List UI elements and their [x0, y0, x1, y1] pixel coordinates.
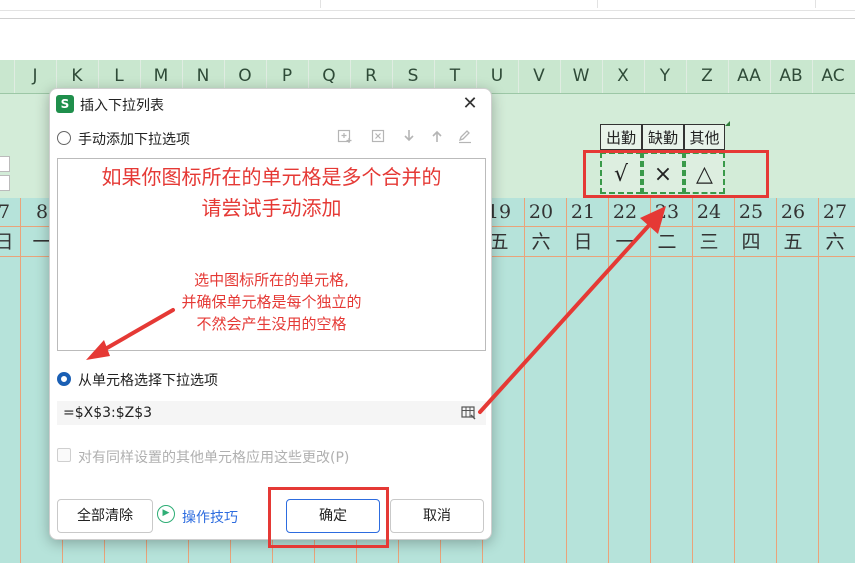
day-cell[interactable]: 23	[646, 198, 688, 226]
day-cell[interactable]: 26	[772, 198, 814, 226]
manual-option-label[interactable]: 手动添加下拉选项	[78, 129, 190, 149]
day-cell[interactable]: 20	[520, 198, 562, 226]
insert-dropdown-dialog: S 插入下拉列表 ✕ 手动添加下拉选项 如果你图标所在的单元格是多个合并的 请尝…	[49, 88, 492, 540]
clear-all-button[interactable]: 全部清除	[57, 499, 153, 533]
toolbar-tick	[815, 0, 816, 8]
weekday-cell[interactable]: 三	[688, 228, 730, 256]
column-header-ac[interactable]: AC	[812, 60, 854, 93]
day-cell[interactable]: 25	[730, 198, 772, 226]
app-logo-icon: S	[56, 95, 74, 113]
cell-range-input[interactable]	[57, 401, 486, 425]
weekday-cell[interactable]: 四	[730, 228, 772, 256]
close-button[interactable]: ✕	[460, 94, 480, 114]
toolbar-divider	[0, 18, 855, 19]
grid-line	[20, 198, 21, 563]
column-separator	[644, 60, 645, 93]
column-separator	[812, 60, 813, 93]
column-header-v[interactable]: V	[518, 60, 560, 93]
day-cell[interactable]: 27	[814, 198, 855, 226]
cell-fragment	[0, 156, 10, 172]
annotation-highlight-ok	[268, 487, 389, 548]
edit-item-icon[interactable]	[456, 128, 474, 146]
toolbar-tick	[597, 0, 598, 8]
weekday-cell[interactable]: 六	[520, 228, 562, 256]
dropdown-items-list[interactable]: 如果你图标所在的单元格是多个合并的 请尝试手动添加 选中图标所在的单元格, 并确…	[57, 158, 486, 351]
annotation-text: 如果你图标所在的单元格是多个合并的	[101, 165, 442, 189]
move-down-icon[interactable]	[400, 128, 418, 146]
annotation-highlight-legend	[583, 150, 769, 198]
column-separator	[14, 60, 15, 93]
from-cells-option-radio[interactable]	[57, 372, 71, 386]
weekday-cell[interactable]: 五	[772, 228, 814, 256]
comment-marker-icon	[725, 121, 730, 126]
cell-fragment	[0, 175, 10, 191]
day-cell[interactable]: 21	[562, 198, 604, 226]
column-header-aa[interactable]: AA	[728, 60, 770, 93]
annotation-text: 请尝试手动添加	[201, 196, 342, 220]
add-item-icon[interactable]	[336, 128, 354, 146]
day-cell[interactable]: 22	[604, 198, 646, 226]
manual-option-radio[interactable]	[57, 131, 71, 145]
column-separator	[686, 60, 687, 93]
column-separator	[560, 60, 561, 93]
column-separator	[728, 60, 729, 93]
column-header-ab[interactable]: AB	[770, 60, 812, 93]
weekday-cell[interactable]: 日	[562, 228, 604, 256]
annotation-text: 选中图标所在的单元格,	[194, 271, 349, 289]
annotation-text: 并确保单元格是每个独立的	[181, 293, 362, 311]
legend-header-present[interactable]: 出勤	[600, 124, 642, 150]
column-header-y[interactable]: Y	[644, 60, 686, 93]
legend-header-absent[interactable]: 缺勤	[642, 124, 684, 150]
column-header-z[interactable]: Z	[686, 60, 728, 93]
toolbar-tick	[320, 0, 321, 8]
weekday-cell[interactable]: 一	[604, 228, 646, 256]
cancel-button[interactable]: 取消	[390, 499, 484, 533]
apply-all-label[interactable]: 对有同样设置的其他单元格应用这些更改(P)	[78, 447, 349, 467]
column-header-j[interactable]: J	[14, 60, 56, 93]
move-up-icon[interactable]	[428, 128, 446, 146]
column-separator	[770, 60, 771, 93]
weekday-cell[interactable]: 六	[814, 228, 855, 256]
legend-header-other[interactable]: 其他	[684, 124, 725, 150]
column-header-x[interactable]: X	[602, 60, 644, 93]
from-cells-option-label[interactable]: 从单元格选择下拉选项	[78, 370, 218, 390]
day-cell[interactable]: 24	[688, 198, 730, 226]
weekday-cell[interactable]: 二	[646, 228, 688, 256]
column-header-w[interactable]: W	[560, 60, 602, 93]
column-separator	[518, 60, 519, 93]
weekday-cell[interactable]: 日	[0, 228, 14, 256]
dialog-title: 插入下拉列表	[80, 98, 164, 114]
column-separator	[602, 60, 603, 93]
toolbar-divider	[0, 10, 855, 11]
range-picker-icon[interactable]	[461, 405, 477, 421]
apply-all-checkbox[interactable]	[57, 448, 71, 462]
annotation-text: 不然会产生没用的空格	[196, 315, 347, 333]
play-icon[interactable]: ▶	[157, 505, 175, 523]
tips-link[interactable]: 操作技巧	[182, 507, 238, 527]
day-cell[interactable]: 7	[0, 198, 14, 226]
toolbar-strip	[0, 0, 855, 60]
delete-item-icon[interactable]	[370, 128, 388, 146]
